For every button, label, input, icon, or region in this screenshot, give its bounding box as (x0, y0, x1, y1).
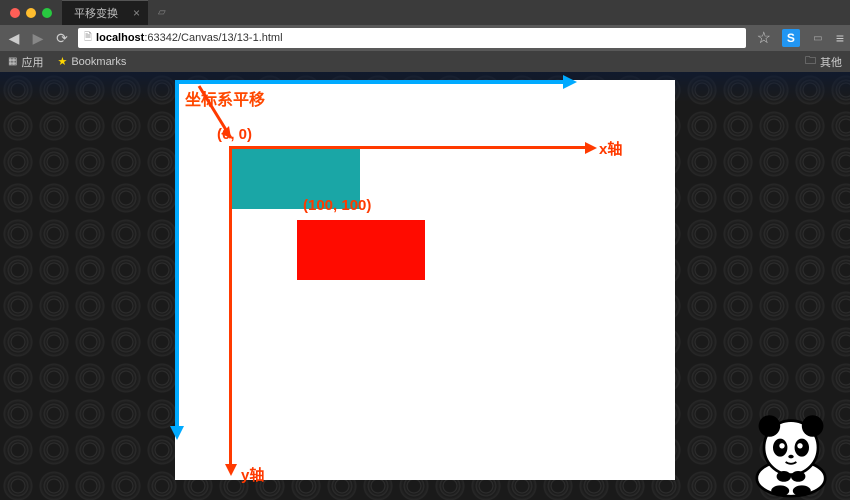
back-button[interactable]: ◀ (6, 30, 22, 47)
canvas-area: 坐标系平移 (0, 0) x轴 y轴 (100, 100) (175, 80, 675, 480)
star-icon: ★ (57, 55, 67, 68)
forward-button[interactable]: ▶ (30, 30, 46, 47)
address-bar: ◀ ▶ ⟳ 🗎 localhost:63342/Canvas/13/13-1.h… (0, 25, 850, 51)
menu-button[interactable]: ≡ (836, 30, 844, 46)
bookmarks-bar: ▦ 应用 ★ Bookmarks 🗀 其他 (0, 51, 850, 72)
other-bm-label: 其他 (820, 54, 842, 70)
close-tab-icon[interactable]: × (133, 6, 140, 20)
apps-label: 应用 (21, 54, 43, 70)
panda-mascot-icon (736, 408, 846, 498)
browser-tab[interactable]: 平移变换 × (62, 0, 148, 25)
origin-label: (0, 0) (217, 126, 252, 143)
translated-y-axis-arrow-icon (225, 464, 237, 476)
close-window-button[interactable] (10, 8, 20, 18)
url-host: localhost (96, 32, 144, 44)
apps-shortcut[interactable]: ▦ 应用 (8, 54, 43, 70)
original-y-axis-arrow-icon (170, 426, 184, 440)
minimize-window-button[interactable] (26, 8, 36, 18)
x-axis-label: x轴 (599, 138, 622, 159)
bookmarks-label: Bookmarks (71, 56, 126, 68)
translated-x-axis-arrow-icon (585, 142, 597, 154)
bookmarks-folder[interactable]: ★ Bookmarks (57, 55, 126, 68)
reload-button[interactable]: ⟳ (54, 30, 70, 47)
original-y-axis (175, 80, 179, 428)
rect-translated (297, 220, 425, 280)
folder-icon: 🗀 (805, 52, 816, 71)
window-controls (0, 8, 62, 18)
extension-box-icon[interactable]: ▭ (808, 28, 828, 48)
tab-title: 平移变换 (74, 5, 118, 21)
extension-s-icon[interactable]: S (782, 29, 800, 47)
page-viewport: 坐标系平移 (0, 0) x轴 y轴 (100, 100) (0, 72, 850, 500)
browser-tabstrip: 平移变换 × ▱ (0, 0, 850, 25)
original-x-axis-arrow-icon (563, 75, 577, 89)
new-tab-button[interactable]: ▱ (148, 7, 176, 18)
url-input[interactable]: 🗎 localhost:63342/Canvas/13/13-1.html (78, 28, 746, 48)
y-axis-label: y轴 (241, 464, 264, 485)
other-bookmarks[interactable]: 🗀 其他 (805, 52, 842, 71)
url-path: :63342/Canvas/13/13-1.html (144, 32, 282, 44)
maximize-window-button[interactable] (42, 8, 52, 18)
file-icon: 🗎 (84, 30, 92, 47)
bookmark-star-icon[interactable]: ☆ (754, 28, 774, 48)
translated-origin-label: (100, 100) (303, 197, 371, 214)
apps-icon: ▦ (8, 56, 17, 67)
